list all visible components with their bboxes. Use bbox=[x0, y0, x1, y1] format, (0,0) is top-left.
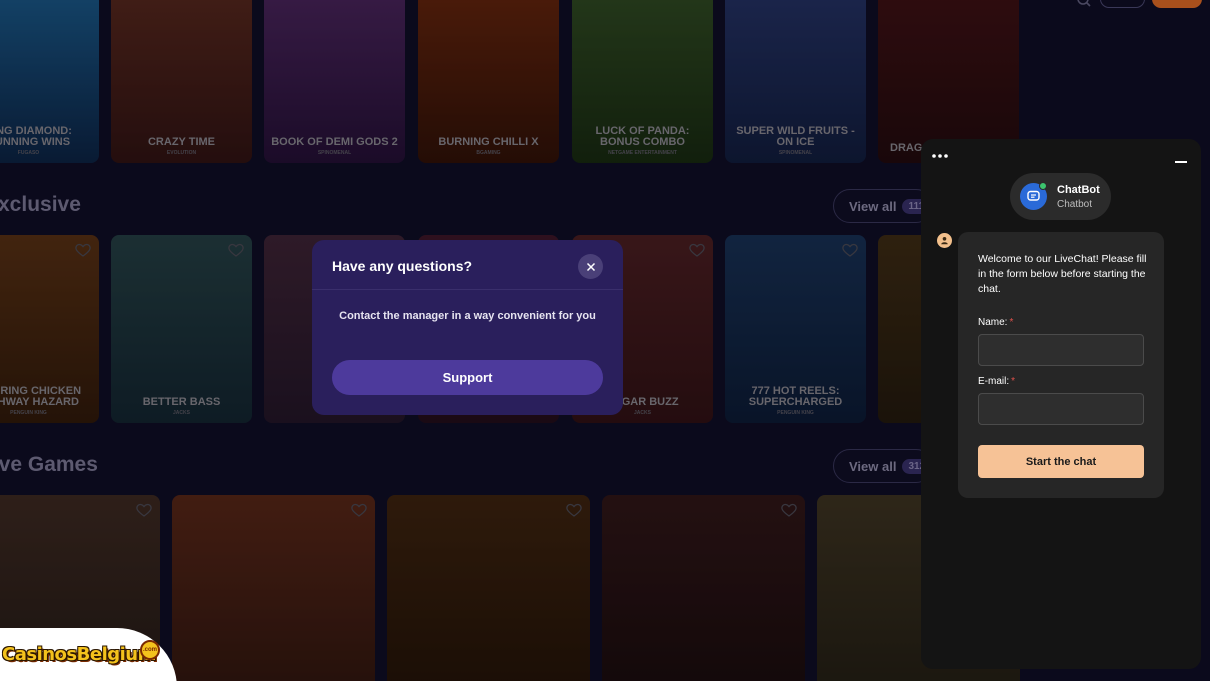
required-mark: * bbox=[1009, 317, 1014, 328]
login-button[interactable] bbox=[1100, 0, 1145, 8]
user-icon bbox=[941, 237, 948, 245]
questions-modal: Have any questions? Contact the manager … bbox=[312, 240, 623, 415]
minimize-icon[interactable] bbox=[1175, 161, 1187, 163]
chat-agent-subtitle: Chatbot bbox=[1057, 199, 1093, 210]
section-title-exclusive: Exclusive bbox=[0, 193, 81, 216]
game-card[interactable]: BURNING CHILLI X BGAMING bbox=[418, 0, 559, 163]
view-all-live-button[interactable]: View all 312 bbox=[833, 449, 933, 483]
game-card[interactable]: KING DIAMOND: RUNNING WINS FUGASO bbox=[0, 0, 99, 163]
game-provider: PENGUIN KING bbox=[777, 410, 814, 416]
section-title-live: Live Games bbox=[0, 453, 98, 476]
chat-agent-header: ChatBot Chatbot bbox=[1010, 173, 1111, 220]
online-indicator bbox=[1039, 182, 1047, 190]
game-provider: JACKS bbox=[634, 410, 651, 416]
watermark-brand: CasinosBelgium bbox=[2, 644, 156, 665]
welcome-message: Welcome to our LiveChat! Please fill in … bbox=[978, 253, 1147, 295]
name-field[interactable] bbox=[978, 334, 1144, 366]
chat-agent-name: ChatBot bbox=[1057, 184, 1100, 196]
game-card[interactable]: ROARING CHICKEN HIGHWAY HAZARD PENGUIN KI… bbox=[0, 235, 99, 423]
favorite-heart-icon[interactable] bbox=[842, 243, 858, 257]
game-card[interactable]: BOOK OF DEMI GODS 2 SPINOMENAL bbox=[264, 0, 405, 163]
name-label: Name: * bbox=[978, 317, 1013, 328]
game-title: ROARING CHICKEN HIGHWAY HAZARD bbox=[0, 385, 82, 408]
game-provider: NETGAME ENTERTAINMENT bbox=[608, 150, 677, 156]
game-card[interactable]: BETTER BASS JACKS bbox=[111, 235, 252, 423]
game-card[interactable] bbox=[602, 495, 805, 681]
support-button[interactable]: Support bbox=[332, 360, 603, 395]
chat-bubble-icon bbox=[1027, 190, 1040, 201]
game-provider: PENGUIN KING bbox=[10, 410, 47, 416]
game-title: SUPER WILD FRUITS - ON ICE bbox=[736, 125, 855, 148]
favorite-heart-icon[interactable] bbox=[136, 503, 152, 517]
search-icon[interactable] bbox=[1076, 0, 1092, 8]
close-icon bbox=[586, 262, 595, 271]
game-card[interactable] bbox=[172, 495, 375, 681]
modal-text: Contact the manager in a way convenient … bbox=[339, 310, 596, 322]
email-label: E-mail: * bbox=[978, 376, 1015, 387]
bot-message-icon bbox=[937, 233, 952, 248]
required-mark: * bbox=[1011, 376, 1016, 387]
favorite-heart-icon[interactable] bbox=[689, 243, 705, 257]
game-card[interactable]: 777 HOT REELS: SUPERCHARGED PENGUIN KING bbox=[725, 235, 866, 423]
prechat-form: Welcome to our LiveChat! Please fill in … bbox=[958, 232, 1164, 498]
favorite-heart-icon[interactable] bbox=[781, 503, 797, 517]
game-provider: BGAMING bbox=[476, 150, 501, 156]
name-label-text: Name: bbox=[978, 317, 1008, 328]
game-card[interactable] bbox=[387, 495, 590, 681]
signup-button[interactable] bbox=[1152, 0, 1202, 8]
favorite-heart-icon[interactable] bbox=[228, 243, 244, 257]
view-all-label: View all bbox=[849, 458, 897, 474]
view-all-label: View all bbox=[849, 198, 897, 214]
favorite-heart-icon[interactable] bbox=[75, 243, 91, 257]
game-title: CRAZY TIME bbox=[147, 136, 216, 148]
favorite-heart-icon[interactable] bbox=[351, 503, 367, 517]
watermark-domain: .com bbox=[140, 640, 160, 660]
modal-close-button[interactable] bbox=[578, 254, 603, 279]
game-title: KING DIAMOND: RUNNING WINS bbox=[0, 125, 72, 148]
game-provider: EVOLUTION bbox=[166, 150, 197, 156]
modal-divider bbox=[312, 289, 623, 290]
game-card[interactable]: LUCK OF PANDA: BONUS COMBO NETGAME ENTERT… bbox=[572, 0, 713, 163]
modal-title: Have any questions? bbox=[332, 258, 473, 274]
game-title: 777 HOT REELS: SUPERCHARGED bbox=[748, 385, 843, 408]
game-card[interactable]: SUPER WILD FRUITS - ON ICE SPINOMENAL bbox=[725, 0, 866, 163]
game-provider: JACKS bbox=[173, 410, 190, 416]
game-provider: SPINOMENAL bbox=[317, 150, 352, 156]
game-card[interactable]: CRAZY TIME EVOLUTION bbox=[111, 0, 252, 163]
view-all-exclusive-button[interactable]: View all 111 bbox=[833, 189, 933, 223]
favorite-heart-icon[interactable] bbox=[566, 503, 582, 517]
game-title: BURNING CHILLI X bbox=[438, 136, 539, 148]
game-provider: FUGASO bbox=[17, 150, 40, 156]
game-title: BETTER BASS bbox=[142, 396, 221, 408]
email-label-text: E-mail: bbox=[978, 376, 1010, 387]
game-title: LUCK OF PANDA: BONUS COMBO bbox=[595, 125, 690, 148]
email-field[interactable] bbox=[978, 393, 1144, 425]
more-options-icon[interactable] bbox=[931, 151, 951, 161]
game-provider: SPINOMENAL bbox=[778, 150, 813, 156]
game-title: BOOK OF DEMI GODS 2 bbox=[271, 136, 398, 148]
start-chat-button[interactable]: Start the chat bbox=[978, 445, 1144, 478]
livechat-widget: ChatBot Chatbot Welcome to our LiveChat!… bbox=[921, 139, 1201, 669]
